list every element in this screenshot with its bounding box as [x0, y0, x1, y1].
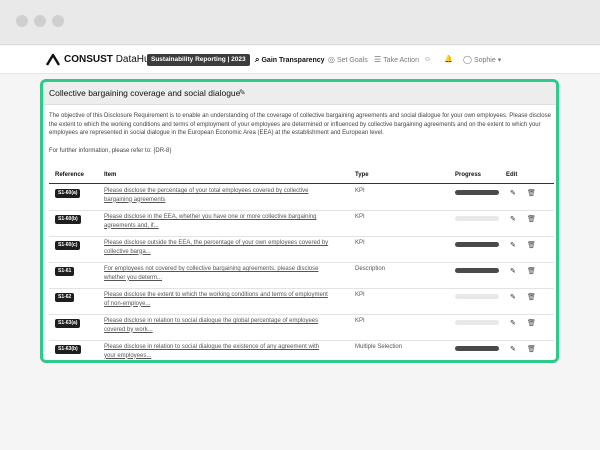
window-dot-icon — [52, 15, 64, 27]
trash-icon[interactable]: 🗑 — [527, 189, 536, 197]
nav-label: Gain Transparency — [261, 57, 325, 64]
brand-bold: CONSUST — [64, 54, 113, 65]
smiley-icon[interactable]: ☺ — [424, 54, 431, 66]
table-row: S1-61 For employees not covered by collec… — [49, 263, 554, 289]
top-nav: CONSUST DataHub Sustainability Reporting… — [0, 46, 600, 74]
col-header-edit: Edit — [506, 172, 518, 178]
col-header-reference: Reference — [55, 172, 85, 178]
pencil-icon[interactable]: ✎ — [510, 319, 516, 327]
col-header-type: Type — [355, 172, 369, 178]
nav-label: Set Goals — [336, 57, 368, 64]
user-icon: ◯ — [463, 55, 472, 64]
edit-title-pencil-icon[interactable]: ✎ — [239, 88, 246, 97]
item-link[interactable]: Please disclose in the EEA, whether you … — [104, 213, 332, 230]
reference-badge: S1-61 — [55, 267, 75, 276]
logo-icon — [45, 53, 61, 66]
window-dot-icon — [16, 15, 28, 27]
progress-bar — [455, 294, 499, 299]
item-type: KPI — [355, 318, 365, 324]
panel-header: Collective bargaining coverage and socia… — [43, 82, 556, 105]
progress-bar — [455, 190, 499, 195]
pencil-icon[interactable]: ✎ — [510, 215, 516, 223]
progress-bar — [455, 268, 499, 273]
reference-badge: S1-63(b) — [55, 345, 81, 354]
pencil-icon[interactable]: ✎ — [510, 345, 516, 353]
bell-icon[interactable]: 🔔 — [444, 54, 453, 66]
trash-icon[interactable]: 🗑 — [527, 215, 536, 223]
item-link[interactable]: Please disclose in relation to social di… — [104, 317, 332, 334]
item-link[interactable]: Please disclose the extent to which the … — [104, 291, 332, 308]
item-link[interactable]: Please disclose the percentage of your t… — [104, 187, 332, 204]
reporting-badge[interactable]: Sustainability Reporting | 2023 — [147, 54, 250, 66]
progress-bar — [455, 242, 499, 247]
window-dot-icon — [34, 15, 46, 27]
col-header-progress: Progress — [455, 172, 482, 178]
item-type: KPI — [355, 292, 365, 298]
pencil-icon[interactable]: ✎ — [510, 189, 516, 197]
user-menu[interactable]: ◯ Sophie ▾ — [463, 54, 501, 67]
reference-badge: S1-60(c) — [55, 241, 81, 250]
item-type: KPI — [355, 188, 365, 194]
item-link[interactable]: For employees not covered by collective … — [104, 265, 332, 282]
progress-fill — [455, 190, 499, 195]
progress-fill — [455, 346, 499, 351]
trash-icon[interactable]: 🗑 — [527, 267, 536, 275]
item-type: Multiple Selection — [355, 344, 403, 350]
trash-icon[interactable]: 🗑 — [527, 241, 536, 249]
table-row: S1-63(b) Please disclose in relation to s… — [49, 341, 554, 360]
list-icon: ☰ — [374, 55, 382, 64]
item-link[interactable]: Please disclose in relation to social di… — [104, 343, 332, 360]
trash-icon[interactable]: 🗑 — [527, 345, 536, 353]
reference-badge: S1-63(a) — [55, 319, 81, 328]
header-divider — [49, 183, 554, 184]
table-row: S1-62 Please disclose the extent to which… — [49, 289, 554, 315]
browser-chrome — [0, 0, 600, 45]
progress-bar — [455, 216, 499, 221]
trash-icon[interactable]: 🗑 — [527, 319, 536, 327]
table-row: S1-63(a) Please disclose in relation to s… — [49, 315, 554, 341]
nav-take-action[interactable]: ☰ Take Action — [374, 54, 419, 67]
progress-fill — [455, 242, 499, 247]
progress-fill — [455, 268, 499, 273]
disclosure-panel: Collective bargaining coverage and socia… — [40, 79, 559, 363]
panel-description: The objective of this Disclosure Require… — [49, 113, 551, 136]
further-info: For further information, please refer to… — [49, 148, 172, 154]
user-name: Sophie — [473, 57, 496, 64]
chevron-down-icon: ▾ — [497, 57, 502, 64]
item-link[interactable]: Please disclose outside the EEA, the per… — [104, 239, 332, 256]
target-icon: ◎ — [328, 55, 335, 64]
reference-badge: S1-60(a) — [55, 189, 81, 198]
nav-gain-transparency[interactable]: ⌕ Gain Transparency — [255, 54, 325, 67]
pencil-icon[interactable]: ✎ — [510, 267, 516, 275]
item-type: KPI — [355, 240, 365, 246]
reference-badge: S1-60(b) — [55, 215, 81, 224]
pencil-icon[interactable]: ✎ — [510, 293, 516, 301]
item-type: Description — [355, 266, 386, 272]
table-row: S1-60(a) Please disclose the percentage o… — [49, 185, 554, 211]
item-type: KPI — [355, 214, 365, 220]
nav-label: Take Action — [383, 57, 419, 64]
search-icon: ⌕ — [255, 55, 260, 64]
table-row: S1-60(b) Please disclose in the EEA, whet… — [49, 211, 554, 237]
nav-set-goals[interactable]: ◎ Set Goals — [328, 54, 368, 67]
page-title: Collective bargaining coverage and socia… — [49, 88, 241, 98]
col-header-item: Item — [104, 172, 117, 178]
progress-bar — [455, 320, 499, 325]
table-row: S1-60(c) Please disclose outside the EEA,… — [49, 237, 554, 263]
reference-badge: S1-62 — [55, 293, 75, 302]
pencil-icon[interactable]: ✎ — [510, 241, 516, 249]
trash-icon[interactable]: 🗑 — [527, 293, 536, 301]
progress-bar — [455, 346, 499, 351]
brand-logo[interactable]: CONSUST DataHub — [64, 54, 155, 65]
